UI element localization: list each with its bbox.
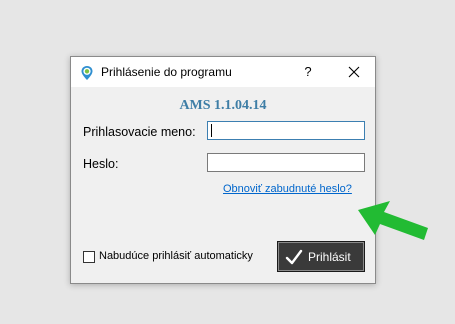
username-input[interactable] xyxy=(207,121,365,140)
login-button[interactable]: Prihlásit xyxy=(277,241,365,272)
auto-login-label[interactable]: Nabudúce prihlásiť automaticky xyxy=(99,250,253,262)
location-pin-icon xyxy=(81,66,93,80)
help-button[interactable]: ? xyxy=(293,57,323,87)
password-label: Heslo: xyxy=(83,157,119,171)
text-caret xyxy=(211,124,212,137)
login-dialog: Prihlásenie do programu ? AMS 1.1.04.14 … xyxy=(70,56,376,284)
checkmark-icon xyxy=(285,249,303,265)
app-version-title: AMS 1.1.04.14 xyxy=(179,98,267,113)
green-arrow-icon xyxy=(358,201,428,240)
window-title: Prihlásenie do programu xyxy=(101,65,232,79)
password-input[interactable] xyxy=(207,153,365,172)
username-label: Prihlasovacie meno: xyxy=(83,125,196,139)
close-icon xyxy=(348,66,360,78)
forgot-password-link[interactable]: Obnoviť zabudnuté heslo? xyxy=(223,183,352,195)
title-bar: Prihlásenie do programu ? xyxy=(71,57,375,87)
close-button[interactable] xyxy=(333,57,375,87)
login-button-label: Prihlásit xyxy=(308,250,351,264)
auto-login-checkbox[interactable] xyxy=(83,251,95,263)
